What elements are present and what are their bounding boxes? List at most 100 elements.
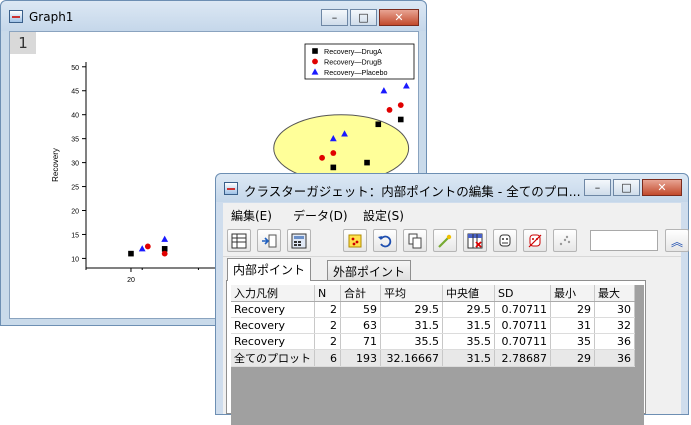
dots-icon	[348, 234, 362, 248]
data-point-circle[interactable]	[397, 102, 404, 109]
close-icon: ✕	[657, 181, 667, 194]
menu-data[interactable]: データ(D)	[293, 207, 348, 224]
data-point-circle[interactable]	[144, 243, 151, 250]
table-header-cell[interactable]: 平均	[380, 285, 443, 302]
data-point-square[interactable]	[364, 159, 370, 166]
table-cell: 29	[550, 301, 595, 318]
graph-titlebar[interactable]: Graph1 – □ ✕	[1, 1, 426, 31]
chevron-up-icon: ︽	[670, 235, 683, 249]
legend-marker-square[interactable]	[312, 48, 318, 54]
table-cell: 32	[594, 317, 635, 334]
stats-table[interactable]: 入力凡例 N 合計 平均 中央値 SD 最小 最大 Recovery 2 59 29.5 29.5 0.7…	[231, 285, 635, 367]
legend-entry-label: Recovery—Placebo	[324, 68, 388, 77]
undo-icon	[378, 235, 392, 248]
y-tick-label: 50	[71, 65, 79, 72]
legend-marker-circle[interactable]	[312, 58, 318, 65]
table-row[interactable]: 全てのプロット 6 193 32.16667 31.5 2.78687 29 36	[231, 349, 635, 367]
table-cell: 63	[340, 317, 381, 334]
table-cell: Recovery	[231, 333, 315, 350]
data-point-circle[interactable]	[161, 250, 168, 257]
scatter-icon	[559, 235, 571, 246]
graph-window-icon	[9, 10, 23, 23]
gadget-content: 内部ポイント 外部ポイント 入力凡例 N 合計 平均 中央値 SD 最小 最大 Recovery…	[223, 257, 681, 425]
menu-edit[interactable]: 編集(E)	[231, 207, 272, 224]
scatter-button[interactable]	[553, 229, 577, 252]
table-header-cell[interactable]: 最大	[594, 285, 635, 302]
table-cell: 29.5	[380, 301, 443, 318]
table-header-cell[interactable]: 入力凡例	[231, 285, 315, 302]
data-point-triangle[interactable]	[138, 245, 146, 252]
table-mark-icon	[467, 233, 483, 249]
gadget-window-title: クラスターガジェット：内部ポイントの編集 - 全てのプロ...	[244, 184, 581, 199]
y-tick-label: 20	[71, 209, 79, 216]
stats-table-area[interactable]: 入力凡例 N 合計 平均 中央値 SD 最小 最大 Recovery 2 59 29.5 29.5 0.7…	[231, 285, 644, 425]
minimize-button[interactable]: –	[321, 9, 348, 26]
table-cell: 30	[594, 301, 635, 318]
dots-button[interactable]	[343, 229, 367, 252]
table-mark-button[interactable]	[463, 229, 487, 252]
maximize-button[interactable]: □	[350, 9, 377, 26]
wand-button[interactable]	[433, 229, 457, 252]
worksheet-button[interactable]	[227, 229, 251, 252]
table-cell: 全てのプロット	[231, 349, 315, 367]
tab-internal-points[interactable]: 内部ポイント	[227, 258, 312, 281]
gadget-close-button[interactable]: ✕	[642, 179, 682, 196]
expand-button[interactable]: ︽	[665, 229, 689, 252]
menu-settings[interactable]: 設定(S)	[363, 207, 404, 224]
data-point-circle[interactable]	[386, 107, 393, 113]
data-point-square[interactable]	[128, 250, 134, 257]
cluster-highlight-circle[interactable]	[273, 114, 410, 183]
table-cell: 35	[550, 333, 595, 350]
table-cell: 6	[314, 349, 341, 367]
minimize-icon: –	[594, 181, 601, 194]
table-cell: 35.5	[380, 333, 443, 350]
y-tick-label: 10	[71, 256, 79, 263]
import-button[interactable]	[257, 229, 281, 252]
data-point-triangle[interactable]	[380, 87, 388, 94]
gadget-maximize-button[interactable]: □	[613, 179, 640, 196]
table-header-cell[interactable]: 最小	[550, 285, 595, 302]
table-cell: 0.70711	[494, 301, 551, 318]
tab-panel: 入力凡例 N 合計 平均 中央値 SD 最小 最大 Recovery 2 59 29.5 29.5 0.7…	[226, 280, 646, 425]
y-tick-label: 25	[71, 185, 79, 192]
menu-bar: 編集(E) データ(D) 設定(S)	[223, 203, 681, 225]
table-cell: 193	[340, 349, 381, 367]
gadget-minimize-button[interactable]: –	[584, 179, 611, 196]
data-point-square[interactable]	[375, 121, 382, 128]
table-cell: 31	[550, 317, 595, 334]
table-header-cell[interactable]: 中央値	[442, 285, 495, 302]
table-header-cell[interactable]: N	[314, 285, 341, 302]
minimize-icon: –	[331, 11, 338, 24]
close-button[interactable]: ✕	[379, 9, 419, 26]
data-point-square[interactable]	[397, 116, 404, 123]
wand-icon	[438, 234, 452, 248]
cluster-gadget-window[interactable]: クラスターガジェット：内部ポイントの編集 - 全てのプロ... – □ ✕ 編集…	[215, 173, 689, 425]
table-row[interactable]: Recovery 2 63 31.5 31.5 0.70711 31 32	[231, 317, 635, 334]
mask-red-button[interactable]	[523, 229, 547, 252]
table-cell: 0.70711	[494, 333, 551, 350]
copy-button[interactable]	[403, 229, 427, 252]
import-icon	[262, 234, 277, 248]
data-point-circle[interactable]	[319, 154, 325, 161]
table-row[interactable]: Recovery 2 59 29.5 29.5 0.70711 29 30	[231, 301, 635, 318]
data-point-triangle[interactable]	[161, 235, 169, 242]
table-row[interactable]: Recovery 2 71 35.5 35.5 0.70711 35 36	[231, 333, 635, 350]
tab-external-points[interactable]: 外部ポイント	[327, 260, 412, 280]
table-cell: 2	[314, 333, 341, 350]
table-header-cell[interactable]: SD	[494, 285, 551, 302]
mask-button[interactable]	[493, 229, 517, 252]
calculator-button[interactable]	[287, 229, 311, 252]
y-tick-label: 35	[71, 137, 79, 144]
undo-button[interactable]	[373, 229, 397, 252]
close-icon: ✕	[394, 11, 404, 24]
table-cell: 31.5	[442, 317, 495, 334]
data-point-square[interactable]	[330, 164, 337, 171]
gadget-titlebar[interactable]: クラスターガジェット：内部ポイントの編集 - 全てのプロ... – □ ✕	[216, 174, 688, 202]
calculator-icon	[291, 233, 307, 249]
table-header-row: 入力凡例 N 合計 平均 中央値 SD 最小 最大	[231, 285, 635, 302]
table-header-cell[interactable]: 合計	[340, 285, 381, 302]
toolbar-text-input[interactable]	[590, 230, 658, 251]
data-point-triangle[interactable]	[402, 82, 410, 89]
data-point-circle[interactable]	[330, 150, 337, 156]
maximize-icon: □	[358, 11, 369, 24]
